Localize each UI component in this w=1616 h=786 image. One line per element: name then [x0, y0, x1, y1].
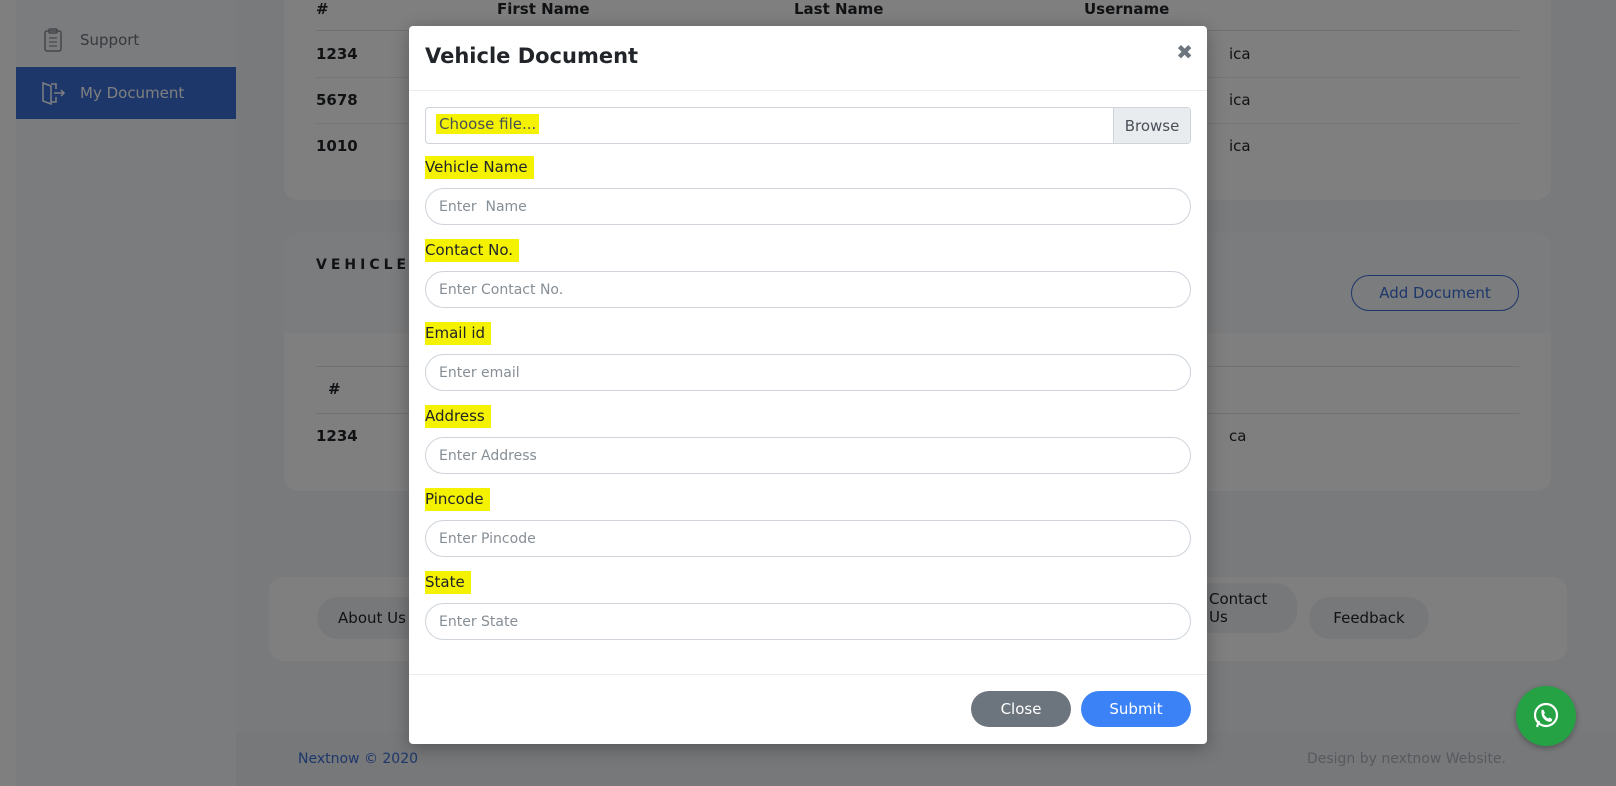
modal-title: Vehicle Document — [425, 44, 639, 68]
pincode-label: Pincode — [425, 488, 490, 511]
contact-no-input[interactable] — [425, 271, 1191, 308]
modal-header: Vehicle Document ✖ — [409, 26, 1207, 91]
browse-button[interactable]: Browse — [1113, 108, 1190, 143]
pincode-input[interactable] — [425, 520, 1191, 557]
label-text: Vehicle Name — [425, 156, 534, 179]
modal-footer: Close Submit — [409, 674, 1207, 745]
address-label: Address — [425, 405, 491, 428]
vehicle-document-modal: Vehicle Document ✖ Choose file... Browse… — [409, 26, 1207, 744]
state-input[interactable] — [425, 603, 1191, 640]
whatsapp-icon — [1533, 702, 1559, 728]
contact-no-label: Contact No. — [425, 239, 520, 262]
submit-button[interactable]: Submit — [1081, 691, 1191, 727]
label-text: Address — [425, 405, 491, 428]
state-label: State — [425, 571, 471, 594]
label-text: Contact No. — [425, 239, 520, 262]
email-input[interactable] — [425, 354, 1191, 391]
label-text: Email id — [425, 322, 492, 345]
whatsapp-button[interactable] — [1516, 686, 1576, 746]
file-input-placeholder: Choose file... — [436, 114, 540, 134]
email-label: Email id — [425, 322, 492, 345]
vehicle-name-input[interactable] — [425, 188, 1191, 225]
label-text: Pincode — [425, 488, 490, 511]
close-icon[interactable]: ✖ — [1176, 40, 1193, 64]
vehicle-name-label: Vehicle Name — [425, 156, 534, 179]
file-input[interactable]: Choose file... Browse — [425, 107, 1191, 144]
address-input[interactable] — [425, 437, 1191, 474]
label-text: State — [425, 571, 471, 594]
close-button[interactable]: Close — [971, 691, 1071, 727]
